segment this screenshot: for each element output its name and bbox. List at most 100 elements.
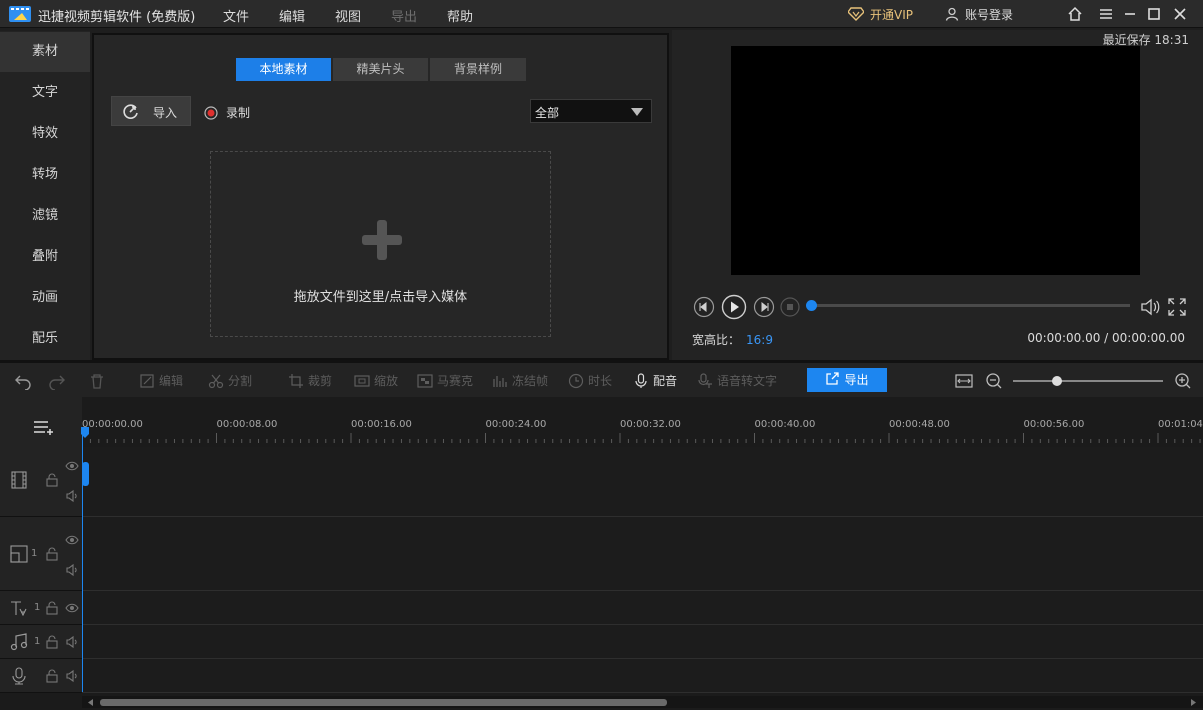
- export-icon: [826, 372, 840, 385]
- zoom-out-icon[interactable]: [985, 372, 1003, 390]
- eye-icon[interactable]: [65, 533, 79, 547]
- add-track-icon[interactable]: [33, 419, 55, 435]
- clock-icon: [568, 373, 584, 389]
- ruler-tick-marks: [82, 433, 1201, 443]
- close-icon[interactable]: [1170, 4, 1190, 24]
- tool-crop[interactable]: 裁剪: [288, 372, 332, 389]
- ruler-tick-label: 00:00:16.00: [351, 419, 412, 430]
- track-start-marker[interactable]: [80, 462, 90, 486]
- track-number: 1: [34, 602, 41, 613]
- track-lane-video[interactable]: [82, 447, 1203, 517]
- sidebar-item-animation[interactable]: 动画: [0, 278, 90, 318]
- account-login-button[interactable]: 账号登录: [945, 6, 1013, 23]
- zoom-in-icon[interactable]: [1174, 372, 1192, 390]
- tool-speech-to-text[interactable]: 语音转文字: [697, 372, 777, 389]
- menu-export[interactable]: 导出: [391, 6, 417, 25]
- aspect-ratio-value: 16:9: [746, 333, 773, 347]
- pip-icon: [10, 545, 28, 563]
- media-dropzone[interactable]: 拖放文件到这里/点击导入媒体: [210, 151, 551, 337]
- sidebar-item-music[interactable]: 配乐: [0, 319, 90, 359]
- aspect-ratio[interactable]: 宽高比： 16:9: [692, 331, 773, 348]
- lock-icon[interactable]: [45, 473, 59, 487]
- lock-icon[interactable]: [45, 547, 59, 561]
- timeline-zoom-track[interactable]: [1013, 380, 1163, 382]
- track-lane-music[interactable]: [82, 625, 1203, 659]
- tool-voiceover[interactable]: 配音: [633, 372, 677, 389]
- tool-freeze-label: 冻结帧: [512, 374, 549, 388]
- ruler-tick-label: 00:00:24.00: [485, 419, 547, 430]
- home-icon[interactable]: [1065, 4, 1085, 24]
- tool-edit[interactable]: 编辑: [139, 372, 183, 389]
- import-button[interactable]: 导入: [111, 96, 191, 126]
- fit-timeline-icon[interactable]: [955, 372, 973, 390]
- export-button[interactable]: 导出: [807, 368, 887, 392]
- tab-intros[interactable]: 精美片头: [333, 58, 428, 81]
- sidebar: 素材 文字 特效 转场 滤镜 叠附 动画 配乐: [0, 31, 90, 360]
- lock-icon[interactable]: [45, 635, 59, 649]
- sidebar-item-transitions[interactable]: 转场: [0, 155, 90, 195]
- eye-icon[interactable]: [65, 601, 79, 615]
- lock-icon[interactable]: [45, 669, 59, 683]
- play-icon[interactable]: [721, 294, 747, 320]
- tool-mosaic[interactable]: 马赛克: [417, 372, 473, 389]
- lock-icon[interactable]: [45, 601, 59, 615]
- undo-icon[interactable]: [14, 372, 32, 390]
- eye-icon[interactable]: [65, 459, 79, 473]
- tab-local-media[interactable]: 本地素材: [236, 58, 331, 81]
- ruler-tick-label: 00:00:56.00: [1023, 419, 1085, 430]
- scroll-left-icon[interactable]: [88, 699, 94, 706]
- preview-progress-knob[interactable]: [806, 300, 817, 311]
- track-lane-overlay[interactable]: [82, 517, 1203, 591]
- speaker-icon[interactable]: [65, 489, 79, 503]
- timeline: 00:00:00.00 00:00:08.00 00:00:16.00 00:00:2…: [0, 397, 1203, 710]
- next-frame-icon[interactable]: [753, 296, 775, 318]
- speaker-icon[interactable]: [65, 563, 79, 577]
- volume-icon[interactable]: [1139, 296, 1161, 318]
- mosaic-icon: [417, 374, 433, 388]
- speaker-icon[interactable]: [65, 635, 79, 649]
- ruler-tick-label: 00:00:08.00: [216, 419, 278, 430]
- sidebar-item-effects[interactable]: 特效: [0, 114, 90, 154]
- tab-backgrounds[interactable]: 背景样例: [430, 58, 526, 81]
- vip-button[interactable]: 开通VIP: [848, 6, 913, 23]
- track-header-overlay: 1: [0, 517, 82, 591]
- sidebar-item-filters[interactable]: 滤镜: [0, 196, 90, 236]
- menu-help[interactable]: 帮助: [447, 6, 473, 25]
- track-header-top: [0, 397, 82, 447]
- sidebar-item-material[interactable]: 素材: [0, 32, 90, 72]
- menu-file[interactable]: 文件: [223, 6, 249, 25]
- record-button[interactable]: 录制: [204, 104, 250, 121]
- track-lane-voiceover[interactable]: [82, 659, 1203, 693]
- music-note-icon: [10, 633, 28, 651]
- scrollbar-thumb[interactable]: [100, 699, 667, 706]
- playhead-handle[interactable]: [80, 427, 90, 439]
- redo-icon[interactable]: [48, 372, 66, 390]
- stop-icon[interactable]: [779, 296, 801, 318]
- tool-split[interactable]: 分割: [208, 372, 252, 389]
- trash-icon[interactable]: [88, 372, 106, 390]
- timeline-scrollbar[interactable]: [82, 696, 1203, 708]
- fullscreen-icon[interactable]: [1166, 296, 1188, 318]
- media-filter-select[interactable]: 全部: [530, 99, 652, 123]
- prev-frame-icon[interactable]: [693, 296, 715, 318]
- maximize-icon[interactable]: [1144, 4, 1164, 24]
- preview-progress-track[interactable]: [809, 304, 1130, 307]
- menu-edit[interactable]: 编辑: [279, 6, 305, 25]
- speaker-icon[interactable]: [65, 669, 79, 683]
- tool-freeze[interactable]: 冻结帧: [492, 372, 548, 389]
- scroll-right-icon[interactable]: [1191, 699, 1197, 706]
- tool-zoom[interactable]: 缩放: [354, 372, 398, 389]
- zoom-frame-icon: [354, 375, 370, 387]
- timeline-ruler[interactable]: 00:00:00.00 00:00:08.00 00:00:16.00 00:00:2…: [82, 415, 1203, 443]
- track-number: 1: [34, 636, 41, 647]
- timeline-zoom-knob[interactable]: [1052, 376, 1062, 386]
- record-label: 录制: [226, 106, 251, 120]
- track-lane-text[interactable]: [82, 591, 1203, 625]
- sidebar-item-text[interactable]: 文字: [0, 73, 90, 113]
- track-header-music: 1: [0, 625, 82, 659]
- sidebar-item-overlays[interactable]: 叠附: [0, 237, 90, 277]
- menu-icon[interactable]: [1096, 4, 1116, 24]
- minimize-icon[interactable]: [1120, 4, 1140, 24]
- tool-duration[interactable]: 时长: [568, 372, 612, 389]
- menu-view[interactable]: 视图: [335, 6, 361, 25]
